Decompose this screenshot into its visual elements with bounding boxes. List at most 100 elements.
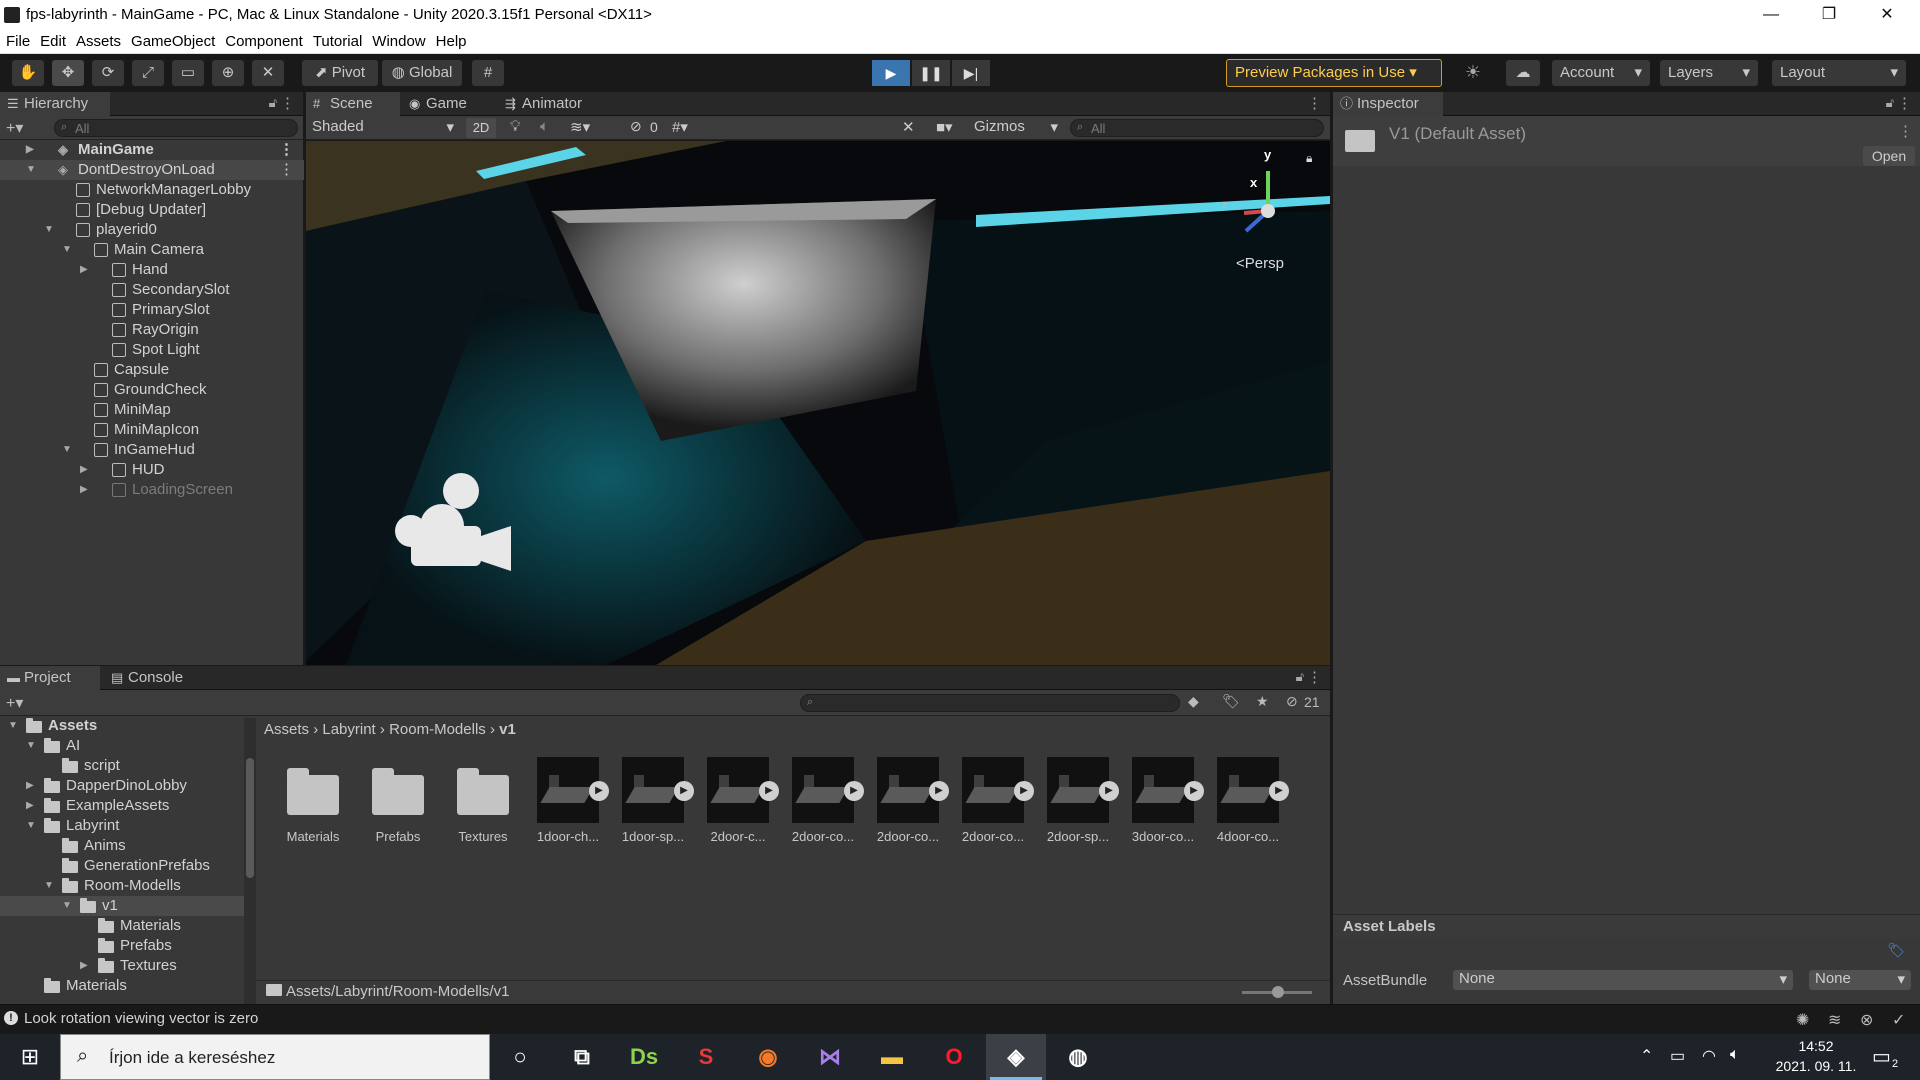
tools-icon[interactable]: ✕ — [902, 118, 915, 136]
hierarchy-item[interactable]: PrimarySlot — [0, 300, 304, 320]
expand-down-icon[interactable]: ▼ — [62, 240, 72, 260]
lighting-icon[interactable]: 💡︎ — [510, 118, 521, 135]
more-options-icon[interactable]: ⋮ — [279, 160, 294, 180]
check-icon[interactable]: ✓ — [1892, 1010, 1905, 1030]
mode-2d-toggle[interactable]: 2D — [466, 118, 496, 138]
asset-model[interactable]: ▶ 1door-sp... — [620, 757, 694, 844]
unity-icon[interactable]: ◈ — [986, 1034, 1046, 1080]
effects-icon[interactable]: ≋▾ — [570, 118, 590, 136]
expand-right-icon[interactable]: ▶ — [26, 796, 34, 816]
expand-asset-icon[interactable]: ▶ — [1099, 781, 1119, 801]
camera-settings-icon[interactable]: ■▾ — [936, 118, 953, 136]
transform-tool-icon[interactable]: ⊕ — [212, 60, 244, 86]
volume-icon[interactable]: 🔈︎ — [1730, 1046, 1740, 1064]
search-by-label-icon[interactable]: 🏷︎ — [1222, 693, 1240, 710]
persp-toggle[interactable]: <Persp — [1236, 255, 1284, 272]
expand-down-icon[interactable]: ▼ — [26, 816, 36, 836]
more-options-icon[interactable]: ⋮ — [1897, 94, 1912, 112]
preview-packages-dropdown[interactable]: Preview Packages in Use ▾ — [1226, 59, 1442, 87]
expand-asset-icon[interactable]: ▶ — [1014, 781, 1034, 801]
expand-asset-icon[interactable]: ▶ — [1184, 781, 1204, 801]
expand-down-icon[interactable]: ▼ — [26, 736, 36, 756]
menu-component[interactable]: Component — [219, 30, 307, 50]
windows-start-icon[interactable]: ⊞ — [0, 1034, 60, 1080]
asset-folder[interactable]: Materials — [280, 757, 346, 844]
task-view-icon[interactable]: ⧉ — [552, 1034, 612, 1080]
search-by-type-icon[interactable]: ◆ — [1188, 693, 1199, 710]
hierarchy-item[interactable]: GroundCheck — [0, 380, 304, 400]
asset-model[interactable]: ▶ 2door-co... — [875, 757, 949, 844]
expand-asset-icon[interactable]: ▶ — [844, 781, 864, 801]
menu-assets[interactable]: Assets — [70, 30, 125, 50]
scrollbar-thumb[interactable] — [246, 758, 254, 878]
project-tree-scrollbar[interactable] — [244, 718, 256, 1004]
expand-right-icon[interactable]: ▶ — [26, 140, 34, 160]
project-search-input[interactable]: ⌕ — [800, 694, 1180, 712]
assetbundle-dropdown[interactable]: None ▾ — [1453, 970, 1793, 990]
asset-model[interactable]: ▶ 1door-ch... — [535, 757, 609, 844]
hierarchy-item[interactable]: ▼ InGameHud — [0, 440, 304, 460]
taskbar-search-box[interactable]: ⌕ Írjon ide a kereséshez — [60, 1034, 490, 1080]
grid-snap-icon[interactable]: # — [472, 60, 504, 86]
close-button[interactable]: ✕ — [1858, 0, 1916, 30]
asset-model[interactable]: ▶ 3door-co... — [1130, 757, 1204, 844]
expand-asset-icon[interactable]: ▶ — [759, 781, 779, 801]
visual-studio-icon[interactable]: ⋈ — [800, 1034, 860, 1080]
gizmos-dropdown[interactable]: Gizmos ▾ — [974, 118, 1062, 138]
menu-help[interactable]: Help — [430, 30, 471, 50]
assetbundle-variant-dropdown[interactable]: None ▾ — [1809, 970, 1911, 990]
lock-icon[interactable]: 🔓︎ — [269, 95, 277, 111]
bug-icon[interactable]: ✺ — [1796, 1010, 1809, 1030]
file-explorer-icon[interactable]: ▬ — [862, 1034, 922, 1080]
breadcrumb-assets[interactable]: Assets — [264, 721, 309, 738]
tab-project[interactable]: ▬ Project — [0, 666, 100, 690]
add-icon[interactable]: +▾ — [6, 693, 23, 713]
project-folder-item[interactable]: ▼ Assets — [0, 716, 244, 736]
menu-gameobject[interactable]: GameObject — [125, 30, 219, 50]
chevron-up-icon[interactable]: ⌃ — [1640, 1046, 1653, 1066]
pivot-toggle[interactable]: ⬈ Pivot — [302, 60, 378, 86]
hierarchy-item[interactable]: ▶ Hand — [0, 260, 304, 280]
hierarchy-item[interactable]: [Debug Updater] — [0, 200, 304, 220]
more-options-icon[interactable]: ⋮ — [1307, 668, 1322, 686]
project-folder-item[interactable]: ▶ ExampleAssets — [0, 796, 244, 816]
clock-date[interactable]: 2021. 09. 11. — [1760, 1058, 1872, 1074]
grid-toggle-icon[interactable]: #▾ — [672, 118, 688, 136]
layout-dropdown[interactable]: Layout ▾ — [1772, 60, 1906, 86]
expand-right-icon[interactable]: ▶ — [80, 480, 88, 500]
lock-icon[interactable]: 🔓︎ — [1886, 95, 1894, 111]
breadcrumb-room-modells[interactable]: Room-Modells — [389, 721, 486, 738]
expand-asset-icon[interactable]: ▶ — [674, 781, 694, 801]
breadcrumb-labyrint[interactable]: Labyrint — [322, 721, 375, 738]
expand-asset-icon[interactable]: ▶ — [929, 781, 949, 801]
menu-edit[interactable]: Edit — [34, 30, 70, 50]
breadcrumb-v1[interactable]: v1 — [499, 721, 516, 738]
tab-scene[interactable]: # Scene — [306, 92, 400, 116]
clock-time[interactable]: 14:52 — [1776, 1038, 1856, 1054]
label-tag-icon[interactable]: 🏷︎ — [1887, 942, 1905, 959]
progress-icon[interactable]: ⊗ — [1860, 1010, 1873, 1030]
tab-animator[interactable]: ⇶ Animator — [498, 92, 608, 116]
tab-inspector[interactable]: ⓘ Inspector — [1333, 92, 1443, 116]
scene-visibility-icon[interactable]: ⊘ — [630, 118, 642, 135]
project-folder-item[interactable]: ▼ Room-Modells — [0, 876, 244, 896]
expand-asset-icon[interactable]: ▶ — [1269, 781, 1289, 801]
scene-search-input[interactable]: ⌕ All — [1070, 119, 1324, 137]
hidden-packages-icon[interactable]: ⊘ — [1286, 693, 1298, 710]
favorite-star-icon[interactable]: ★ — [1256, 693, 1269, 710]
lock-icon[interactable]: 🔓︎ — [1296, 669, 1304, 685]
expand-down-icon[interactable]: ▼ — [8, 716, 18, 736]
expand-down-icon[interactable]: ▼ — [62, 896, 72, 916]
asset-model[interactable]: ▶ 2door-sp... — [1045, 757, 1119, 844]
layers-dropdown[interactable]: Layers ▾ — [1660, 60, 1758, 86]
opera-icon[interactable]: O — [924, 1034, 984, 1080]
project-folder-item[interactable]: script — [0, 756, 244, 776]
scale-tool-icon[interactable]: ⤢ — [132, 60, 164, 86]
hierarchy-item[interactable]: MiniMapIcon — [0, 420, 304, 440]
hierarchy-item[interactable]: MiniMap — [0, 400, 304, 420]
project-folder-item[interactable]: GenerationPrefabs — [0, 856, 244, 876]
project-folder-item[interactable]: Materials — [0, 916, 244, 936]
more-options-icon[interactable]: ⋮ — [279, 140, 294, 160]
open-button[interactable]: Open — [1863, 146, 1915, 166]
more-options-icon[interactable]: ⋮ — [1307, 94, 1322, 112]
